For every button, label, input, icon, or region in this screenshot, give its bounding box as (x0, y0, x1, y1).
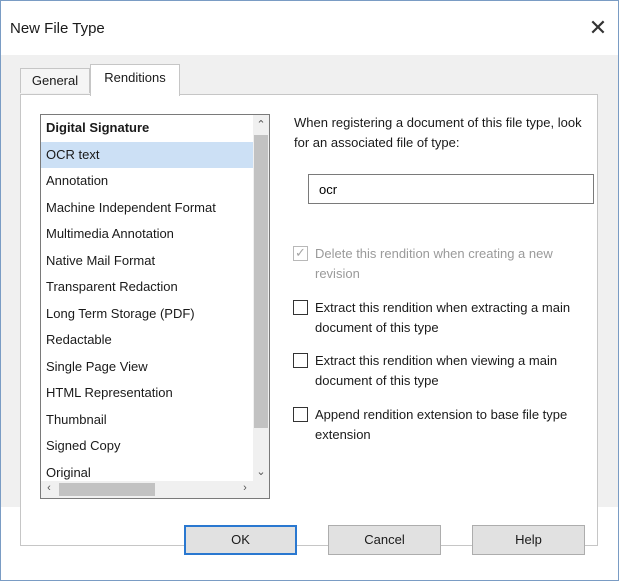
list-item[interactable]: Redactable (41, 327, 253, 354)
list-item-selected[interactable]: OCR text (41, 141, 253, 168)
renditions-list: Digital Signature OCR text Annotation Ma… (41, 115, 253, 481)
append-extension-label[interactable]: Append rendition extension to base file … (315, 405, 595, 445)
chevron-right-icon[interactable]: › (239, 482, 251, 494)
chevron-left-icon[interactable]: ‹ (43, 482, 55, 494)
chevron-up-icon[interactable]: ⌃ (253, 118, 269, 131)
horizontal-scroll-thumb[interactable] (59, 483, 155, 496)
list-item[interactable]: Transparent Redaction (41, 274, 253, 301)
append-extension-checkbox[interactable] (293, 407, 308, 422)
list-item[interactable]: Single Page View (41, 354, 253, 381)
list-item[interactable]: Original (41, 460, 253, 482)
dialog-title: New File Type (10, 20, 105, 37)
vertical-scroll-thumb[interactable] (254, 135, 268, 428)
scrollbar-corner (253, 481, 269, 498)
list-item[interactable]: Annotation (41, 168, 253, 195)
horizontal-scrollbar[interactable]: ‹ › (41, 481, 253, 498)
extract-on-viewing-label[interactable]: Extract this rendition when viewing a ma… (315, 351, 595, 391)
tab-renditions[interactable]: Renditions (90, 64, 180, 96)
title-bar: New File Type ✕ (1, 1, 618, 55)
checkmark-icon: ✓ (295, 245, 306, 260)
list-item[interactable]: Multimedia Annotation (41, 221, 253, 248)
new-file-type-dialog: New File Type ✕ General Renditions Digit… (0, 0, 619, 581)
list-item[interactable]: Thumbnail (41, 407, 253, 434)
associated-file-prompt: When registering a document of this file… (294, 115, 582, 150)
dialog-content: General Renditions Digital Signature OCR… (1, 55, 618, 546)
delete-rendition-checkbox: ✓ (293, 245, 308, 261)
extract-on-extracting-label[interactable]: Extract this rendition when extracting a… (315, 298, 595, 338)
close-icon[interactable]: ✕ (578, 9, 618, 47)
delete-rendition-label: Delete this rendition when creating a ne… (315, 246, 553, 281)
extract-on-viewing-checkbox[interactable] (293, 353, 308, 368)
list-item[interactable]: Signed Copy (41, 433, 253, 460)
list-item[interactable]: Long Term Storage (PDF) (41, 301, 253, 328)
ok-button[interactable]: OK (184, 525, 297, 555)
help-button[interactable]: Help (472, 525, 585, 555)
list-item[interactable]: Digital Signature (41, 115, 253, 142)
list-item[interactable]: Machine Independent Format (41, 195, 253, 222)
list-item[interactable]: HTML Representation (41, 380, 253, 407)
extract-on-extracting-checkbox[interactable] (293, 300, 308, 315)
chevron-down-icon[interactable]: ⌄ (253, 465, 269, 478)
list-item[interactable]: Native Mail Format (41, 248, 253, 275)
renditions-panel: Digital Signature OCR text Annotation Ma… (20, 94, 598, 546)
vertical-scrollbar[interactable]: ⌃ ⌄ (253, 115, 269, 481)
associated-file-type-input[interactable] (308, 174, 594, 204)
renditions-listbox[interactable]: Digital Signature OCR text Annotation Ma… (40, 114, 270, 499)
cancel-button[interactable]: Cancel (328, 525, 441, 555)
tab-general[interactable]: General (20, 68, 90, 93)
